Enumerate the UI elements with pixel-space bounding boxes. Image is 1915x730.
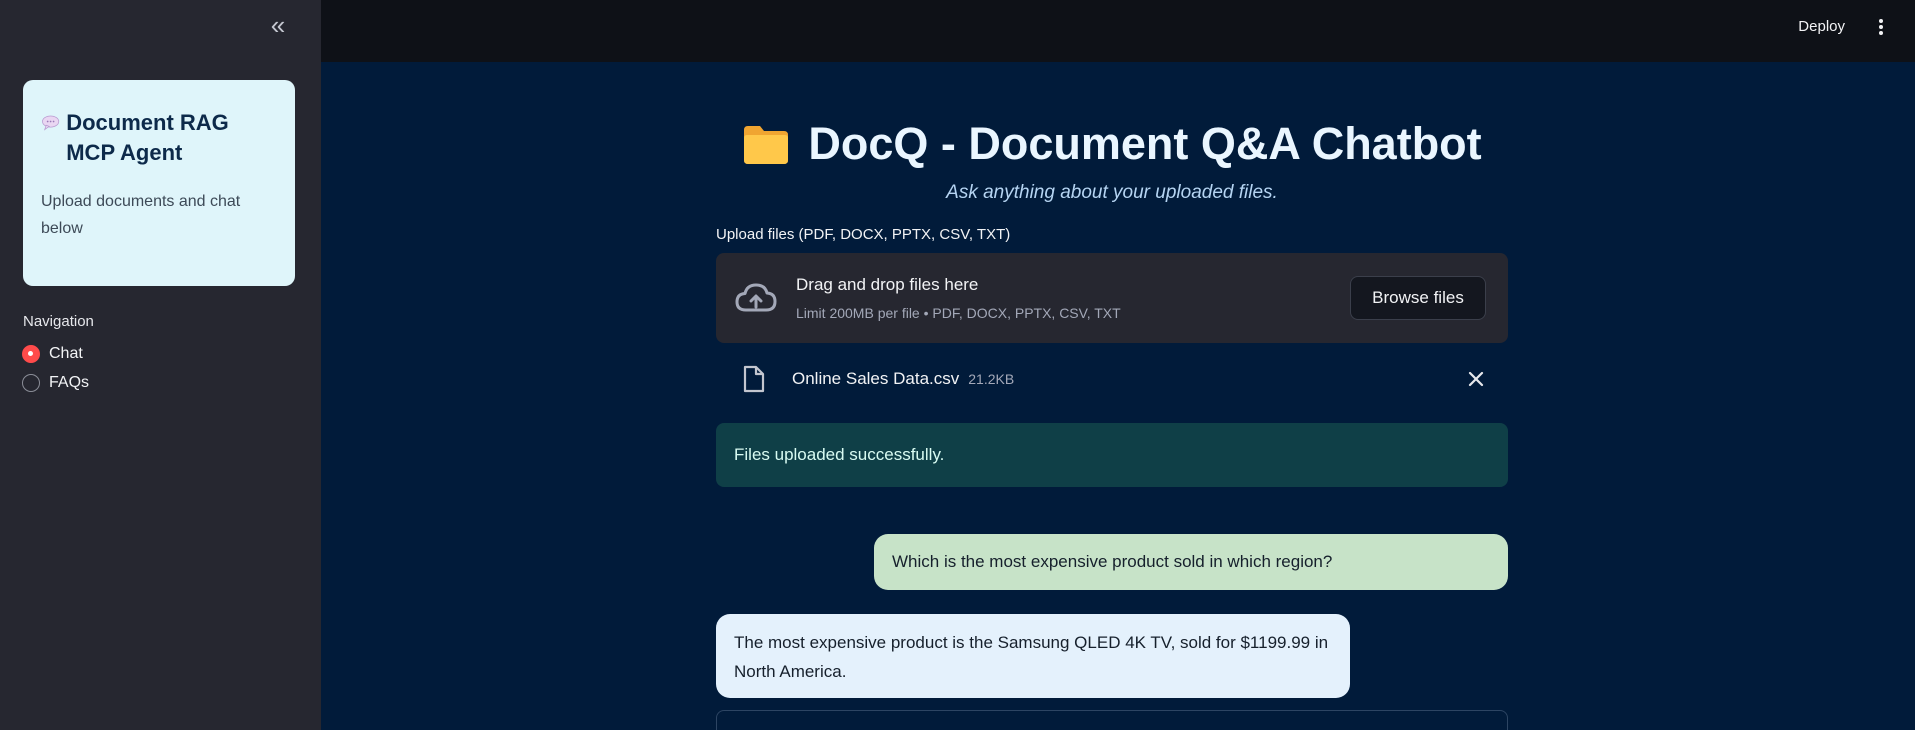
page-title-row: DocQ - Document Q&A Chatbot bbox=[716, 116, 1508, 172]
nav-option-label: Chat bbox=[49, 345, 83, 362]
radio-unselected-icon[interactable] bbox=[22, 374, 40, 392]
sidebar-card-title: Document RAG MCP Agent bbox=[66, 110, 229, 165]
file-uploader-label: Upload files (PDF, DOCX, PPTX, CSV, TXT) bbox=[716, 226, 1011, 243]
browse-files-button[interactable]: Browse files bbox=[1350, 276, 1486, 320]
uploaded-file-size: 21.2KB bbox=[968, 371, 1015, 387]
nav-option-chat[interactable]: Chat bbox=[22, 345, 83, 363]
main-menu-icon[interactable] bbox=[1875, 16, 1887, 38]
nav-option-label: FAQs bbox=[49, 374, 90, 391]
user-chat-message: Which is the most expensive product sold… bbox=[874, 534, 1508, 590]
radio-selected-icon[interactable] bbox=[22, 345, 40, 363]
deploy-button[interactable]: Deploy bbox=[1792, 16, 1851, 37]
folder-icon bbox=[744, 126, 789, 164]
cloud-upload-icon bbox=[735, 283, 777, 312]
page-subtitle: Ask anything about your uploaded files. bbox=[946, 182, 1278, 203]
main-content: DocQ - Document Q&A Chatbot Ask anything… bbox=[716, 62, 1508, 730]
file-dropzone[interactable]: Drag and drop files here Limit 200MB per… bbox=[716, 253, 1508, 343]
page-title: DocQ - Document Q&A Chatbot bbox=[808, 118, 1482, 169]
nav-option-faqs[interactable]: FAQs bbox=[22, 374, 89, 392]
navigation-label: Navigation bbox=[23, 313, 94, 330]
dropzone-limit: Limit 200MB per file • PDF, DOCX, PPTX, … bbox=[796, 305, 1121, 321]
assistant-chat-message: The most expensive product is the Samsun… bbox=[716, 614, 1350, 698]
upload-success-alert: Files uploaded successfully. bbox=[716, 423, 1508, 487]
file-icon bbox=[743, 365, 765, 393]
app: « Document RAG MCP Agent Upload document… bbox=[0, 0, 1915, 730]
collapse-sidebar-button[interactable]: « bbox=[264, 12, 292, 40]
top-bar: Deploy bbox=[321, 0, 1915, 62]
speech-bubble-icon bbox=[42, 115, 60, 131]
chat-input-container[interactable] bbox=[716, 710, 1508, 730]
sidebar-info-card: Document RAG MCP Agent Upload documents … bbox=[23, 80, 295, 286]
sidebar-card-description: Upload documents and chat below bbox=[41, 193, 241, 237]
sidebar: « Document RAG MCP Agent Upload document… bbox=[0, 0, 321, 730]
dropzone-text: Drag and drop files here Limit 200MB per… bbox=[796, 275, 1121, 321]
uploaded-file-row: Online Sales Data.csv 21.2KB bbox=[716, 357, 1508, 401]
uploaded-file-name: Online Sales Data.csv bbox=[792, 369, 960, 388]
close-icon[interactable] bbox=[1466, 369, 1486, 389]
dropzone-instruction: Drag and drop files here bbox=[796, 275, 979, 294]
sidebar-card-title-row: Document RAG MCP Agent bbox=[41, 108, 277, 168]
